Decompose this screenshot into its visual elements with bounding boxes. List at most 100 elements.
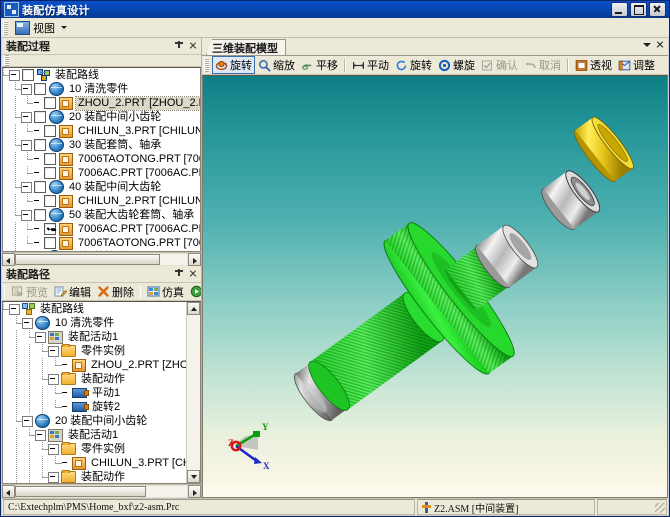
confirm-button[interactable]: 确认 [478,56,521,74]
tree-row[interactable]: 装配活动1 [3,330,187,344]
tree-row[interactable]: 装配活动1 [3,428,187,442]
tree-row[interactable]: 旋转2 [3,400,187,414]
tree-expander[interactable] [21,182,32,193]
minimize-button[interactable] [611,2,628,17]
close-icon[interactable] [655,40,665,50]
tree-expander[interactable] [35,430,46,441]
scroll-right-button[interactable] [188,485,201,498]
scroll-track[interactable] [187,315,200,470]
tree-checkbox[interactable] [44,237,56,249]
fit-button[interactable]: 调整 [615,56,658,74]
tree-checkbox[interactable] [44,125,56,137]
perspective-button[interactable]: 透视 [572,56,615,74]
tree-row[interactable]: ZHOU_2.PRT [ZHOU_2.PRT] (1) [3,358,187,372]
tree-expander[interactable] [48,346,59,357]
tree-row[interactable]: 7006AC.PRT [7006AC.PRT] (1718) [3,166,200,180]
tree-row[interactable]: 50 装配大齿轮套筒、轴承 [3,208,200,222]
assembly-path-tree[interactable]: 装配路线10 清洗零件装配活动1零件实例ZHOU_2.PRT [ZHOU_2.P… [2,301,201,484]
tree-row[interactable]: 装配路线 [3,302,187,316]
assembly-process-tree[interactable]: 装配路线10 清洗零件ZHOU_2.PRT [ZHOU_2.PRT] (1)20… [2,67,201,252]
tree-row[interactable]: 7006TAOTONG.PRT [7006TAOTONG.PRT] (1 [3,152,200,166]
edit-button[interactable]: 编辑 [51,283,94,300]
tree-checkbox[interactable] [34,209,46,221]
toolbar-grip[interactable] [204,58,209,72]
helix-button[interactable]: 螺旋 [435,56,478,74]
tree-row[interactable]: 装配路线 [3,68,200,82]
video-button[interactable]: 视频 [187,283,201,300]
tree-row[interactable]: 30 装配套筒、轴承 [3,138,200,152]
tree-checkbox[interactable] [22,69,34,81]
tree-row[interactable]: 20 装配中间小齿轮 [3,414,187,428]
tree-row[interactable]: 零件实例 [3,442,187,456]
view-menu-button[interactable]: 视图 [11,19,71,37]
chevron-down-icon[interactable] [643,43,651,47]
close-icon[interactable] [187,40,199,52]
tree-row[interactable]: 60 部装检验 [3,250,200,251]
tree-checkbox[interactable] [34,83,46,95]
pan-button[interactable]: 平移 [298,56,341,74]
rotate-part-button[interactable]: 旋转 [392,56,435,74]
toolbar-grip[interactable] [3,21,8,35]
simulate-button[interactable]: 仿真 [144,283,187,300]
tree-checkbox[interactable] [34,111,46,123]
tree-row[interactable]: 零件实例 [3,344,187,358]
pin-icon[interactable] [173,40,185,52]
scroll-thumb[interactable] [15,254,160,265]
scroll-up-button[interactable] [187,302,200,315]
scroll-right-button[interactable] [188,253,201,266]
tree-row[interactable]: 40 装配中间大齿轮 [3,180,200,194]
tree-expander[interactable] [9,70,20,81]
rotate-view-button[interactable]: 旋转 [212,56,255,74]
tree-expander[interactable] [21,84,32,95]
tree-row[interactable]: 平动1 [3,386,187,400]
tree-expander[interactable] [22,318,33,329]
scroll-thumb[interactable] [15,486,146,497]
tree-checkbox[interactable] [44,223,56,235]
close-icon[interactable] [187,268,199,280]
tree-row[interactable]: CHILUN_3.PRT [CHILUN_3.PRT] (1404) [3,124,200,138]
tree-checkbox[interactable] [44,195,56,207]
tree-row[interactable]: 10 清洗零件 [3,82,200,96]
resize-grip[interactable] [655,503,665,513]
tree-expander[interactable] [22,416,33,427]
tree-expander[interactable] [48,374,59,385]
tree-checkbox[interactable] [34,139,46,151]
scroll-left-button[interactable] [2,253,15,266]
translate-button[interactable]: 平动 [349,56,392,74]
tree-checkbox[interactable] [44,153,56,165]
tree-expander[interactable] [48,444,59,455]
tree-expander[interactable] [35,332,46,343]
pin-icon[interactable] [173,268,185,280]
tab-3d-assembly-model[interactable]: 三维装配模型 [206,39,286,55]
tree-row[interactable]: CHILUN_3.PRT [CHILUN_3.PRT [3,456,187,470]
cancel-button[interactable]: 取消 [521,56,564,74]
toolbar-grip[interactable] [4,285,5,299]
scroll-track[interactable] [15,253,188,266]
delete-button[interactable]: 删除 [94,283,137,300]
3d-viewport[interactable]: Y X Z [202,75,668,498]
tree-checkbox[interactable] [44,97,56,109]
scroll-down-button[interactable] [187,470,200,483]
tree-checkbox[interactable] [44,167,56,179]
tree-expander[interactable] [21,112,32,123]
preview-button[interactable]: 预览 [8,283,51,300]
scroll-left-button[interactable] [2,485,15,498]
tree-expander[interactable] [21,140,32,151]
tree-row[interactable]: 装配动作 [3,470,187,483]
scroll-track[interactable] [15,485,188,498]
maximize-button[interactable] [630,2,647,17]
assembly-process-hscrollbar[interactable] [2,252,201,266]
tree-row[interactable]: CHILUN_2.PRT [CHILUN_2.PRT] (53) [3,194,200,208]
tree-checkbox[interactable] [34,181,46,193]
tree-row[interactable]: 10 清洗零件 [3,316,187,330]
tree-expander[interactable] [48,472,59,483]
toolbar-grip[interactable] [4,55,9,67]
tree-expander[interactable] [9,304,20,315]
zoom-button[interactable]: 缩放 [255,56,298,74]
tree-expander[interactable] [21,210,32,221]
tree-row[interactable]: 7006AC.PRT [7006AC.PRT] (1749) [3,222,200,236]
tree-row[interactable]: 7006TAOTONG.PRT [7006TAOTONG.PRT] (1 [3,236,200,250]
tree-row[interactable]: 20 装配中间小齿轮 [3,110,200,124]
tree-row[interactable]: 装配动作 [3,372,187,386]
close-button[interactable] [649,2,666,17]
